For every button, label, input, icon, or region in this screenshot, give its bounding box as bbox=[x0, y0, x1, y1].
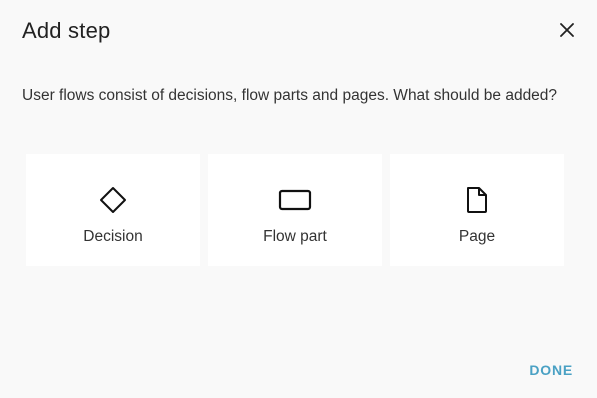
close-button[interactable] bbox=[557, 20, 577, 40]
option-page-label: Page bbox=[458, 228, 496, 245]
rectangle-icon bbox=[278, 186, 312, 214]
option-flow-part-label: Flow part bbox=[263, 228, 327, 245]
dialog-title: Add step bbox=[22, 18, 111, 43]
option-flow-part[interactable]: Flow part bbox=[208, 154, 382, 266]
option-decision[interactable]: Decision bbox=[26, 154, 200, 266]
add-step-dialog: Add step User flows consist of decisions… bbox=[0, 0, 597, 398]
dialog-description: User flows consist of decisions, flow pa… bbox=[22, 87, 558, 104]
done-button[interactable]: DONE bbox=[529, 362, 573, 378]
option-page[interactable]: Page bbox=[390, 154, 564, 266]
page-icon bbox=[465, 186, 489, 214]
option-decision-label: Decision bbox=[83, 228, 143, 245]
diamond-icon bbox=[99, 186, 127, 214]
close-icon bbox=[560, 23, 574, 37]
step-type-options: Decision Flow part Page bbox=[26, 154, 564, 266]
